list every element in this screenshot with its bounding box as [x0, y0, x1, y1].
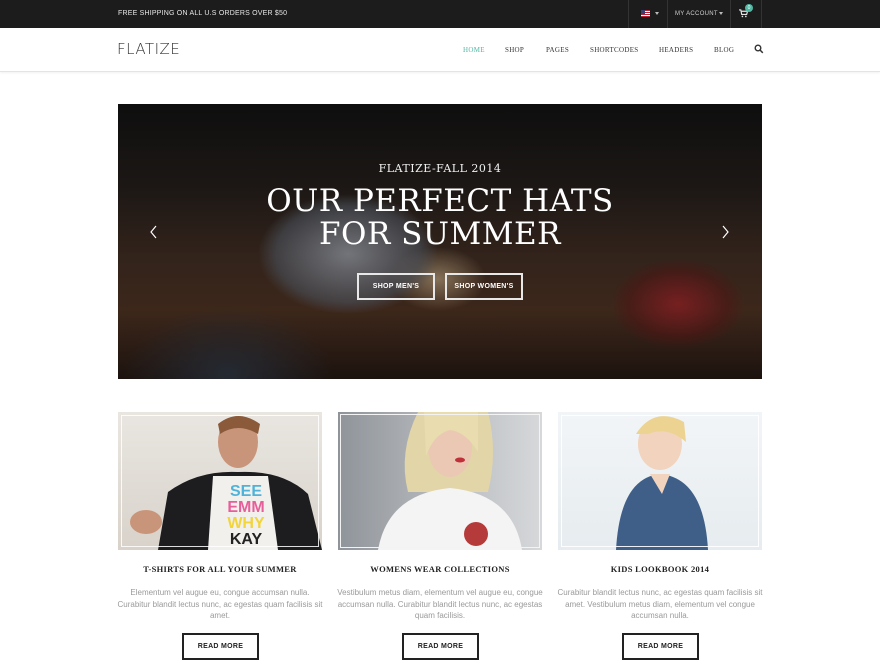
read-more-button[interactable]: READ MORE — [402, 633, 479, 660]
card-text: Curabitur blandit lectus nunc, ac egesta… — [557, 588, 763, 620]
hero-subtitle: FLATIZE-FALL 2014 — [378, 162, 502, 175]
divider — [628, 0, 629, 28]
hero-title-line2: FOR SUMMER — [319, 216, 561, 252]
nav-home[interactable]: HOME — [463, 28, 485, 72]
card-text: Vestibulum metus diam, elementum vel aug… — [337, 588, 543, 620]
nav-pages[interactable]: PAGES — [546, 28, 569, 72]
card-title[interactable]: WOMENS WEAR COLLECTIONS — [338, 564, 542, 574]
chevron-down-icon — [655, 12, 659, 15]
image-frame — [121, 415, 319, 547]
card-title[interactable]: KIDS LOOKBOOK 2014 — [558, 564, 762, 574]
card-title[interactable]: T-SHIRTS FOR ALL YOUR SUMMER — [118, 564, 322, 574]
card-text: Elementum vel augue eu, congue accumsan … — [117, 588, 323, 620]
nav-blog[interactable]: BLOG — [714, 28, 734, 72]
tshirt-image[interactable]: SEE EMM WHY KAY — [118, 412, 322, 550]
search-icon[interactable] — [754, 44, 764, 54]
hero-title-line1: OUR PERFECT HATS — [266, 183, 614, 219]
image-frame — [340, 414, 540, 548]
my-account-link[interactable]: MY ACCOUNT — [675, 0, 718, 28]
cart-count-badge: 0 — [745, 4, 753, 12]
shipping-notice: FREE SHIPPING ON ALL U.S ORDERS OVER $50 — [118, 10, 288, 17]
shop-womens-button[interactable]: SHOP WOMEN'S — [445, 273, 523, 300]
nav-headers[interactable]: HEADERS — [659, 28, 693, 72]
divider — [730, 0, 731, 28]
read-more-button[interactable]: READ MORE — [622, 633, 699, 660]
chevron-down-icon — [719, 12, 723, 15]
top-bar: FREE SHIPPING ON ALL U.S ORDERS OVER $50… — [0, 0, 880, 28]
us-flag-icon[interactable] — [641, 10, 650, 17]
read-more-button[interactable]: READ MORE — [182, 633, 259, 660]
divider — [761, 0, 762, 28]
nav-shop[interactable]: SHOP — [505, 28, 524, 72]
image-frame — [561, 415, 759, 547]
nav-shortcodes[interactable]: SHORTCODES — [590, 28, 638, 72]
divider — [667, 0, 668, 28]
kids-image[interactable] — [558, 412, 762, 550]
womens-image[interactable] — [338, 412, 542, 550]
shop-mens-button[interactable]: SHOP MEN'S — [357, 273, 435, 300]
site-logo[interactable]: FLATIZE — [117, 40, 180, 58]
main-header: FLATIZE HOME SHOP PAGES SHORTCODES HEADE… — [0, 28, 880, 72]
hero-slider: FLATIZE-FALL 2014 OUR PERFECT HATS FOR S… — [118, 104, 762, 379]
